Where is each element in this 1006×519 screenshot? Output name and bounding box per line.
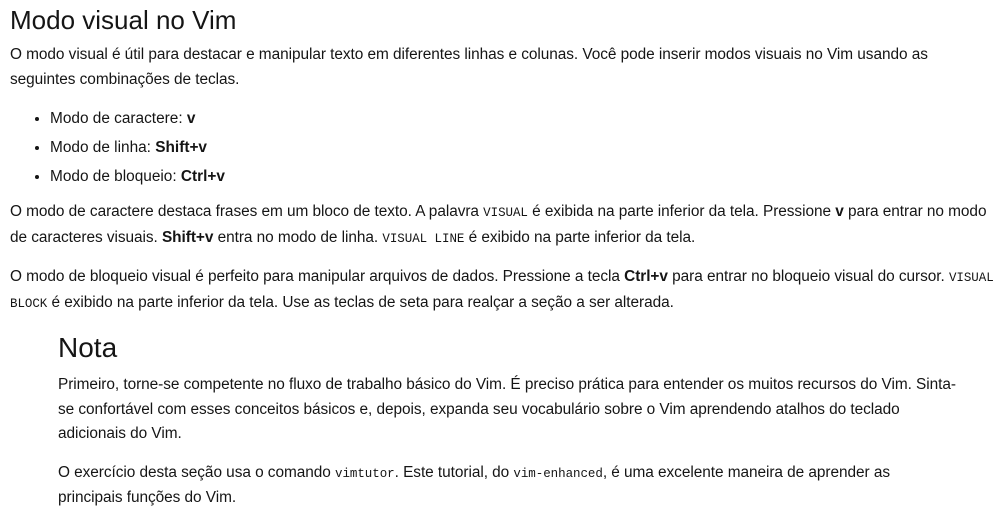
inline-code: VISUAL [483, 206, 528, 220]
text: . Este tutorial, do [394, 463, 514, 481]
key-combo: v [186, 110, 196, 127]
list-item: Modo de bloqueio: Ctrl+v [50, 162, 996, 191]
list-item: Modo de linha: Shift+v [50, 133, 996, 162]
text: é exibida na parte inferior da tela. Pre… [527, 203, 836, 220]
inline-code: vimtutor [335, 466, 395, 481]
visual-modes-list: Modo de caractere: v Modo de linha: Shif… [10, 104, 996, 191]
note-heading: Nota [58, 332, 118, 363]
character-mode-paragraph: O modo de caractere destaca frases em um… [10, 200, 996, 251]
note-admonition: Nota Primeiro, torne-se competente no fl… [58, 330, 958, 511]
list-item: Modo de caractere: v [50, 104, 996, 133]
block-mode-paragraph: O modo de bloqueio visual é perfeito par… [10, 265, 996, 316]
mode-label: Modo de bloqueio: [50, 168, 181, 185]
key-combo: v [835, 203, 844, 220]
inline-code: VISUAL LINE [382, 231, 465, 246]
note-paragraph: Primeiro, torne-se competente no fluxo d… [58, 376, 956, 442]
text: O modo de bloqueio visual é perfeito par… [10, 268, 625, 285]
section-title: Modo visual no Vim [10, 5, 237, 35]
text: é exibido na parte inferior da tela. [464, 228, 696, 246]
text: para entrar no bloqueio visual do cursor… [667, 268, 949, 285]
mode-label: Modo de linha: [50, 139, 156, 156]
key-combo: Ctrl+v [624, 268, 668, 285]
text: é exibido na parte inferior da tela. Use… [47, 293, 674, 311]
document-page: Modo visual no Vim O modo visual é útil … [0, 0, 1006, 519]
key-combo: Shift+v [155, 139, 207, 156]
text: O modo de caractere destaca frases em um… [10, 203, 484, 220]
inline-code: vim-enhanced [513, 466, 603, 481]
key-combo: Ctrl+v [180, 168, 225, 185]
text: entra no modo de linha. [213, 228, 383, 246]
note-paragraph: O exercício desta seção usa o comando vi… [58, 461, 958, 511]
intro-paragraph: O modo visual é útil para destacar e man… [10, 46, 928, 88]
text: O exercício desta seção usa o comando [58, 463, 335, 481]
key-combo: Shift+v [161, 228, 214, 246]
mode-label: Modo de caractere: [50, 110, 187, 127]
